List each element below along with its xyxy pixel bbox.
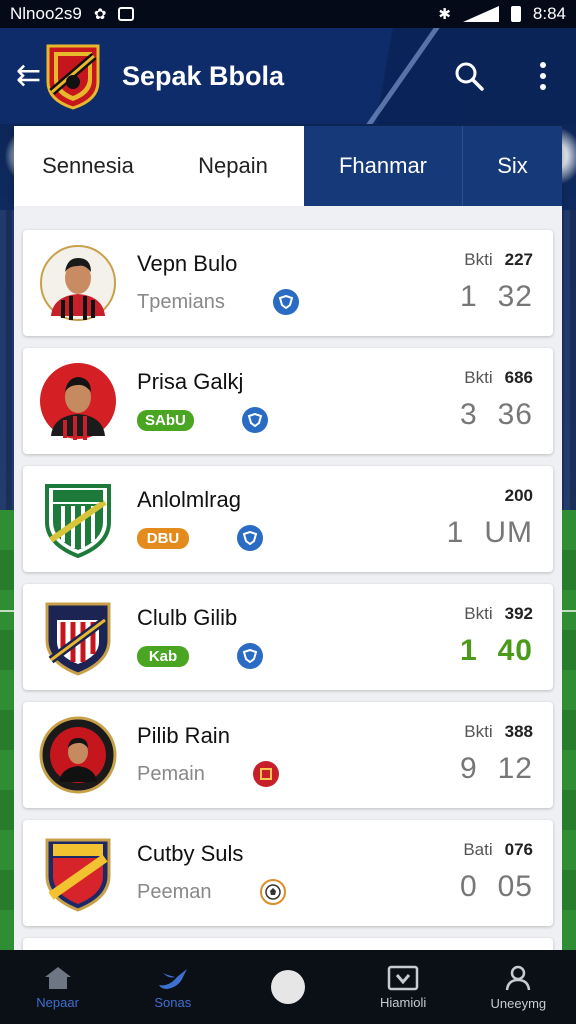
- back-arrow-icon[interactable]: ⇇: [16, 61, 41, 91]
- bird-icon: [158, 968, 187, 989]
- score-b: UM: [484, 516, 533, 549]
- status-bar: Nlnoo2s9 ✿ ✱ 8:84: [0, 0, 576, 28]
- nav-hiamioli-label: Hiamioli: [380, 994, 427, 1010]
- list-item[interactable]: Cutby Suls Peeman Bati 076 0 05: [23, 820, 553, 926]
- score-a: 3: [459, 398, 478, 431]
- item-name: Cutby Suls: [137, 841, 244, 866]
- heart-box-icon: [387, 965, 419, 990]
- nav-home[interactable]: Nepaar: [8, 965, 108, 1010]
- stat-value: 200: [504, 486, 533, 505]
- tab-nepain[interactable]: Nepain: [162, 126, 304, 206]
- club-badge-icon: [252, 761, 279, 787]
- stat-value: 227: [504, 250, 533, 269]
- list-item[interactable]: Clulb Gilib Kab Bkti 392 1 40: [23, 584, 553, 690]
- shield-badge-icon: [272, 289, 299, 315]
- score-a: 0: [459, 870, 478, 903]
- nav-sonas-label: Sonas: [154, 994, 192, 1010]
- item-pill: DBU: [137, 527, 189, 549]
- item-pill: SAbU: [137, 409, 194, 431]
- player-avatar: [40, 363, 116, 440]
- battery-icon: [510, 6, 521, 22]
- player-avatar: [40, 245, 116, 321]
- tab-bar: Sennesia Nepain Fhanmar Six: [14, 126, 562, 206]
- item-name: Anlolmlrag: [137, 487, 241, 512]
- score-b: 36: [497, 398, 533, 431]
- shield-badge-icon: [237, 643, 263, 669]
- club-crest-red: [45, 838, 111, 912]
- stat-label: Bkti: [464, 250, 493, 269]
- list-item[interactable]: Anlolmlrag DBU 200 1 UM: [23, 466, 553, 572]
- item-pill: Kab: [137, 645, 189, 667]
- list-item-partial[interactable]: [23, 938, 553, 950]
- notification-icon: ✿: [93, 6, 107, 23]
- item-subtext: Peeman: [137, 880, 212, 903]
- signal-icon: [462, 6, 499, 22]
- search-icon[interactable]: [452, 59, 486, 93]
- app-notification-icon: [118, 7, 135, 21]
- stat-value: 686: [504, 368, 533, 387]
- app-header: ⇇ Sepak Bbola: [0, 28, 576, 124]
- item-subtext: Tpemians: [137, 290, 225, 313]
- stat-label: Bati: [463, 840, 493, 859]
- club-logo-icon: [46, 44, 100, 110]
- item-name: Clulb Gilib: [137, 605, 238, 630]
- club-crest-green: [45, 484, 111, 558]
- stat-value: 392: [504, 604, 533, 623]
- item-name: Prisa Galkj: [137, 369, 244, 394]
- nav-hiamioli[interactable]: Hiamioli: [353, 965, 453, 1010]
- clock-time: 8:84: [532, 4, 566, 23]
- home-button[interactable]: [270, 970, 305, 1004]
- item-subtext: Pemain: [137, 762, 205, 785]
- bluetooth-icon: ✱: [438, 6, 451, 23]
- shield-badge-icon: [237, 525, 263, 551]
- stat-label: Bkti: [464, 368, 493, 387]
- shield-badge-icon: [241, 407, 268, 433]
- tab-sennesia[interactable]: Sennesia: [14, 126, 162, 206]
- score-b: 05: [497, 870, 533, 903]
- tab-fhanmar[interactable]: Fhanmar: [304, 126, 462, 206]
- nav-home-label: Nepaar: [36, 994, 79, 1010]
- nav-sonas[interactable]: Sonas: [123, 965, 223, 1010]
- more-vert-icon[interactable]: [526, 59, 560, 93]
- score-b: 12: [497, 752, 533, 785]
- nav-uneeymg-label: Uneeymg: [490, 995, 547, 1011]
- tab-six[interactable]: Six: [462, 126, 562, 206]
- stat-value: 076: [504, 840, 533, 859]
- stat-label: Bkti: [464, 722, 493, 741]
- carrier-label: Nlnoo2s9: [10, 4, 82, 23]
- list-item[interactable]: Prisa Galkj SAbU Bkti 686 3 36: [23, 348, 553, 454]
- item-name: Pilib Rain: [137, 723, 230, 748]
- score-b: 40: [497, 634, 533, 667]
- team-list: Vepn Bulo Tpemians Bkti 227 1 32 Prisa Gal…: [14, 206, 562, 950]
- player-medallion: [39, 716, 117, 794]
- score-a: 1: [446, 516, 465, 549]
- stat-label: Bkti: [464, 604, 493, 623]
- profile-icon: [506, 965, 531, 990]
- app-title: Sepak Bbola: [122, 60, 285, 91]
- home-icon: [44, 966, 71, 989]
- bottom-nav: Nepaar Sonas Hiamioli Uneeymg: [0, 950, 576, 1024]
- score-a: 9: [459, 752, 478, 785]
- score-b: 32: [497, 280, 533, 313]
- club-crest-navy: [45, 602, 111, 676]
- score-a: 1: [459, 634, 478, 667]
- score-a: 1: [459, 280, 478, 313]
- nav-center[interactable]: [238, 970, 338, 1004]
- list-item[interactable]: Vepn Bulo Tpemians Bkti 227 1 32: [23, 230, 553, 336]
- stat-value: 388: [504, 722, 533, 741]
- ball-icon: [259, 879, 286, 905]
- item-name: Vepn Bulo: [137, 251, 238, 276]
- nav-uneeymg[interactable]: Uneeymg: [468, 964, 568, 1011]
- list-item[interactable]: Pilib Rain Pemain Bkti 388 9 12: [23, 702, 553, 808]
